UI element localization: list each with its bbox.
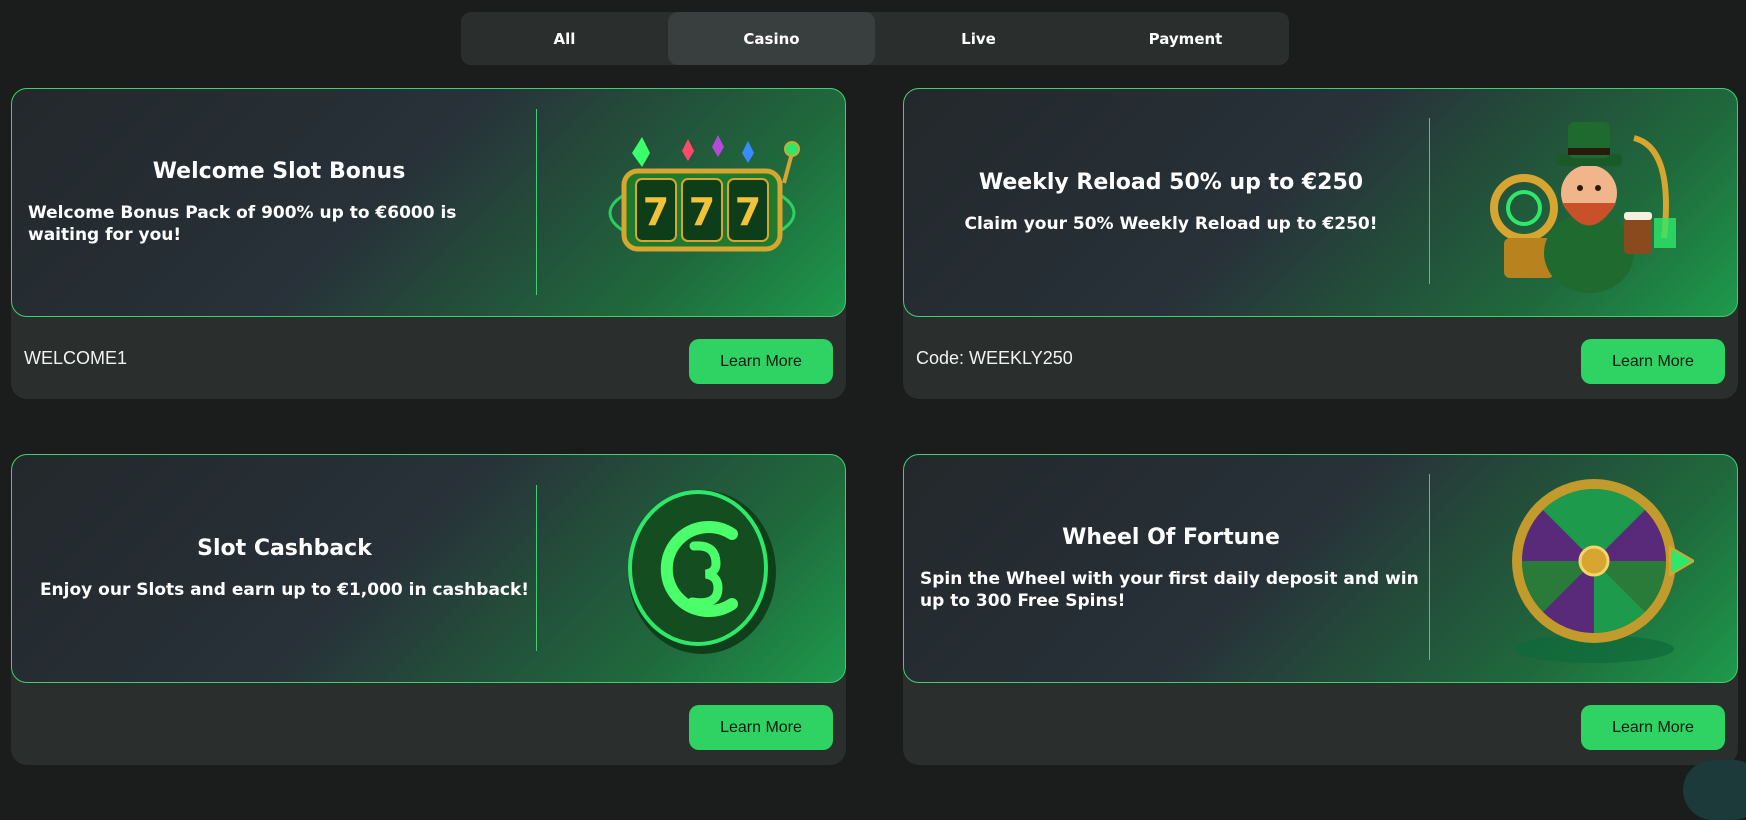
svg-text:7: 7 bbox=[643, 190, 669, 234]
promo-code: WELCOME1 bbox=[24, 348, 128, 368]
promo-card-slot-cashback: Slot Cashback Enjoy our Slots and earn u… bbox=[11, 454, 846, 765]
learn-more-button[interactable]: Learn More bbox=[1581, 339, 1725, 384]
promo-text: Wheel Of Fortune Spin the Wheel with you… bbox=[904, 455, 1438, 682]
tab-live[interactable]: Live bbox=[875, 12, 1082, 65]
fortune-wheel-icon bbox=[1464, 455, 1724, 682]
promo-text: Welcome Slot Bonus Welcome Bonus Pack of… bbox=[12, 89, 546, 316]
promo-banner: Weekly Reload 50% up to €250 Claim your … bbox=[903, 88, 1738, 317]
category-tabs: All Casino Live Payment bbox=[461, 12, 1289, 65]
promo-description: Claim your 50% Weekly Reload up to €250! bbox=[964, 214, 1378, 234]
chat-widget-button[interactable] bbox=[1683, 760, 1746, 820]
slot-reels-777-icon: 7 7 7 bbox=[572, 89, 832, 316]
promo-description: Spin the Wheel with your first daily dep… bbox=[920, 569, 1419, 611]
promo-card-welcome-slot-bonus: Welcome Slot Bonus Welcome Bonus Pack of… bbox=[11, 88, 846, 399]
divider bbox=[1429, 118, 1430, 284]
promo-text: Slot Cashback Enjoy our Slots and earn u… bbox=[12, 455, 557, 682]
promo-title: Wheel Of Fortune bbox=[1062, 525, 1280, 550]
svg-text:7: 7 bbox=[735, 190, 761, 234]
promo-card-wheel-of-fortune: Wheel Of Fortune Spin the Wheel with you… bbox=[903, 454, 1738, 765]
tab-payment[interactable]: Payment bbox=[1082, 12, 1289, 65]
learn-more-button[interactable]: Learn More bbox=[689, 339, 833, 384]
divider bbox=[536, 109, 537, 295]
learn-more-button[interactable]: Learn More bbox=[689, 705, 833, 750]
divider bbox=[536, 485, 537, 651]
promo-description: Enjoy our Slots and earn up to €1,000 in… bbox=[39, 580, 530, 600]
promo-title: Slot Cashback bbox=[197, 536, 372, 561]
tab-casino[interactable]: Casino bbox=[668, 12, 875, 65]
promo-text: Weekly Reload 50% up to €250 Claim your … bbox=[904, 89, 1438, 316]
svg-text:7: 7 bbox=[689, 190, 715, 234]
promo-code: Code: WEEKLY250 bbox=[916, 348, 1073, 368]
divider bbox=[1429, 474, 1430, 660]
promo-banner: Wheel Of Fortune Spin the Wheel with you… bbox=[903, 454, 1738, 683]
promo-card-weekly-reload: Weekly Reload 50% up to €250 Claim your … bbox=[903, 88, 1738, 399]
learn-more-button[interactable]: Learn More bbox=[1581, 705, 1725, 750]
promo-banner: Slot Cashback Enjoy our Slots and earn u… bbox=[11, 454, 846, 683]
promo-description: Welcome Bonus Pack of 900% up to €6000 i… bbox=[28, 203, 457, 245]
promo-banner: Welcome Slot Bonus Welcome Bonus Pack of… bbox=[11, 88, 846, 317]
promo-title: Weekly Reload 50% up to €250 bbox=[978, 170, 1364, 195]
cashback-coin-icon bbox=[572, 455, 832, 682]
leprechaun-icon bbox=[1464, 89, 1724, 316]
promo-title: Welcome Slot Bonus bbox=[152, 159, 406, 184]
tab-all[interactable]: All bbox=[461, 12, 668, 65]
